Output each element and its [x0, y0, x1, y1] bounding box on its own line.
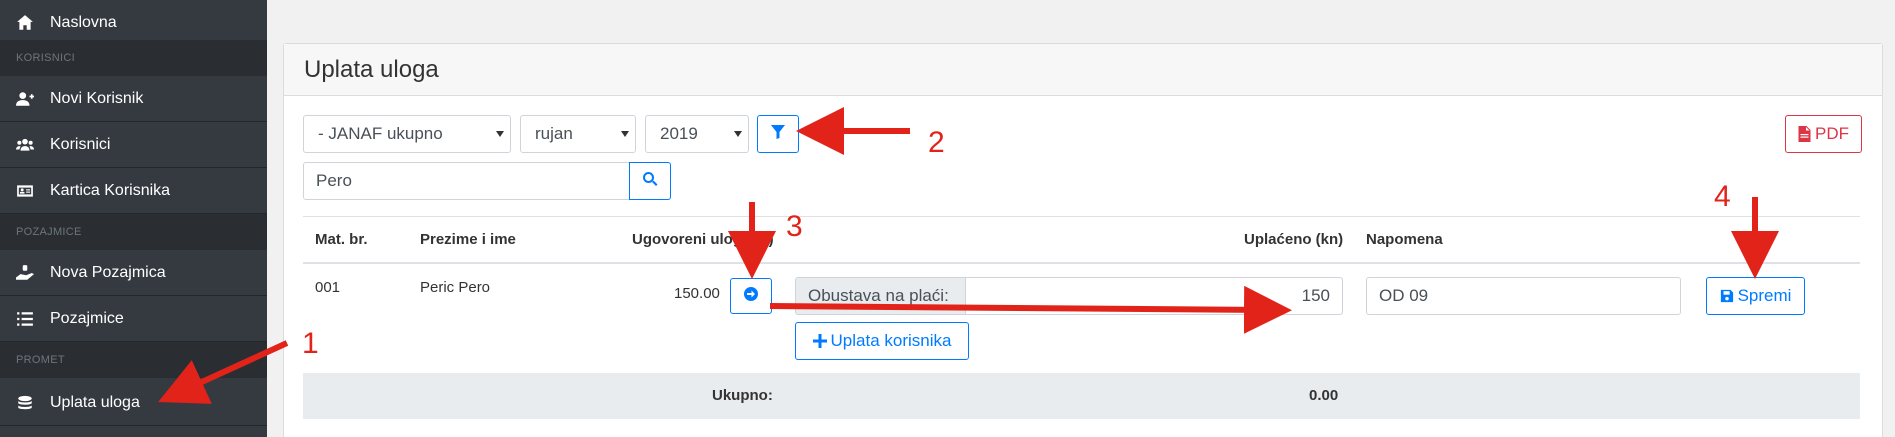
copy-amount-button[interactable] — [730, 278, 772, 314]
annotation-3: 3 — [786, 210, 803, 243]
group-select[interactable]: - JANAF ukupno — [303, 115, 511, 153]
col-header-ulog: Ugovoreni ulog (kn) — [632, 231, 774, 248]
pdf-button[interactable]: PDF — [1785, 115, 1862, 153]
sidebar-header-pozajmice: POZAJMICE — [0, 214, 267, 250]
chevron-down-icon — [621, 131, 629, 137]
page-title: Uplata uloga — [284, 44, 1882, 96]
users-icon — [16, 136, 34, 154]
annotation-1: 1 — [302, 327, 319, 360]
filter-button[interactable] — [757, 115, 799, 153]
obustava-addon: Obustava na plaći: — [795, 277, 966, 315]
save-button-label: Spremi — [1737, 286, 1792, 305]
file-pdf-icon — [1798, 126, 1811, 142]
cell-ulog: 150.00 — [674, 285, 720, 302]
annotation-4: 4 — [1714, 180, 1731, 213]
table-header-border — [303, 262, 1860, 264]
col-header-mat-br: Mat. br. — [315, 231, 368, 248]
col-header-napomena: Napomena — [1366, 231, 1443, 248]
year-select-value: 2019 — [660, 124, 698, 143]
save-icon — [1720, 289, 1734, 303]
sidebar-item-label: Kartica Korisnika — [50, 181, 171, 199]
sidebar-item-label: Nova Pozajmica — [50, 263, 166, 281]
col-header-name: Prezime i ime — [420, 231, 516, 248]
save-button[interactable]: Spremi — [1706, 277, 1805, 315]
obustava-addon-label: Obustava na plaći: — [808, 286, 949, 305]
napomena-input-value: OD 09 — [1379, 286, 1429, 305]
uplaceno-input[interactable]: 150 — [965, 277, 1343, 315]
month-select[interactable]: rujan — [520, 115, 636, 153]
hand-holding-icon — [16, 264, 34, 282]
annotation-2: 2 — [928, 126, 945, 159]
sidebar-item-label: Uplata uloga — [50, 393, 140, 411]
napomena-input[interactable]: OD 09 — [1366, 277, 1681, 315]
table-top-border — [303, 216, 1860, 217]
col-header-uplaceno: Uplaćeno (kn) — [1244, 231, 1344, 248]
search-input-value: Pero — [316, 171, 352, 190]
total-value: 0.00 — [1309, 387, 1339, 404]
cell-mat-br: 001 — [315, 279, 341, 296]
pdf-button-label: PDF — [1815, 124, 1849, 143]
search-input[interactable]: Pero — [303, 162, 630, 200]
filter-icon — [770, 124, 786, 145]
sidebar-item-korisnici[interactable]: Korisnici — [0, 122, 267, 168]
year-select[interactable]: 2019 — [645, 115, 749, 153]
sidebar-item-pozajmice[interactable]: Pozajmice — [0, 296, 267, 342]
sidebar-item-uplata-uloga[interactable]: Uplata uloga — [0, 380, 267, 426]
sidebar-item-nova-pozajmica[interactable]: Nova Pozajmica — [0, 250, 267, 296]
add-payment-button-label: Uplata korisnika — [830, 331, 952, 350]
add-payment-button[interactable]: Uplata korisnika — [795, 322, 969, 360]
id-card-icon — [16, 182, 34, 200]
home-icon — [16, 14, 34, 32]
search-icon — [642, 171, 658, 192]
list-icon — [16, 310, 34, 328]
uplaceno-input-value: 150 — [1301, 286, 1330, 305]
sidebar-item-label: Naslovna — [50, 13, 117, 31]
sidebar-item-label: Novi Korisnik — [50, 89, 144, 107]
sidebar-item-kartica-korisnika[interactable]: Kartica Korisnika — [0, 168, 267, 214]
sidebar-item-label: Korisnici — [50, 135, 111, 153]
cell-name: Peric Pero — [420, 279, 491, 296]
total-label: Ukupno: — [712, 387, 773, 404]
month-select-value: rujan — [535, 124, 573, 143]
chevron-down-icon — [496, 131, 504, 137]
sidebar-item-novi-korisnik[interactable]: Novi Korisnik — [0, 76, 267, 122]
chevron-down-icon — [734, 131, 742, 137]
sidebar-header-korisnici: KORISNICI — [0, 40, 267, 76]
user-plus-icon — [16, 90, 34, 108]
coins-icon — [16, 394, 34, 412]
total-row — [303, 373, 1860, 419]
arrow-circle-right-icon — [743, 286, 759, 307]
search-button[interactable] — [629, 162, 671, 200]
plus-icon — [812, 334, 827, 348]
sidebar: Naslovna KORISNICI Novi Korisnik Korisni… — [0, 0, 267, 437]
group-select-value: - JANAF ukupno — [318, 124, 443, 143]
sidebar-header-promet: PROMET — [0, 342, 267, 378]
sidebar-item-label: Pozajmice — [50, 309, 124, 327]
